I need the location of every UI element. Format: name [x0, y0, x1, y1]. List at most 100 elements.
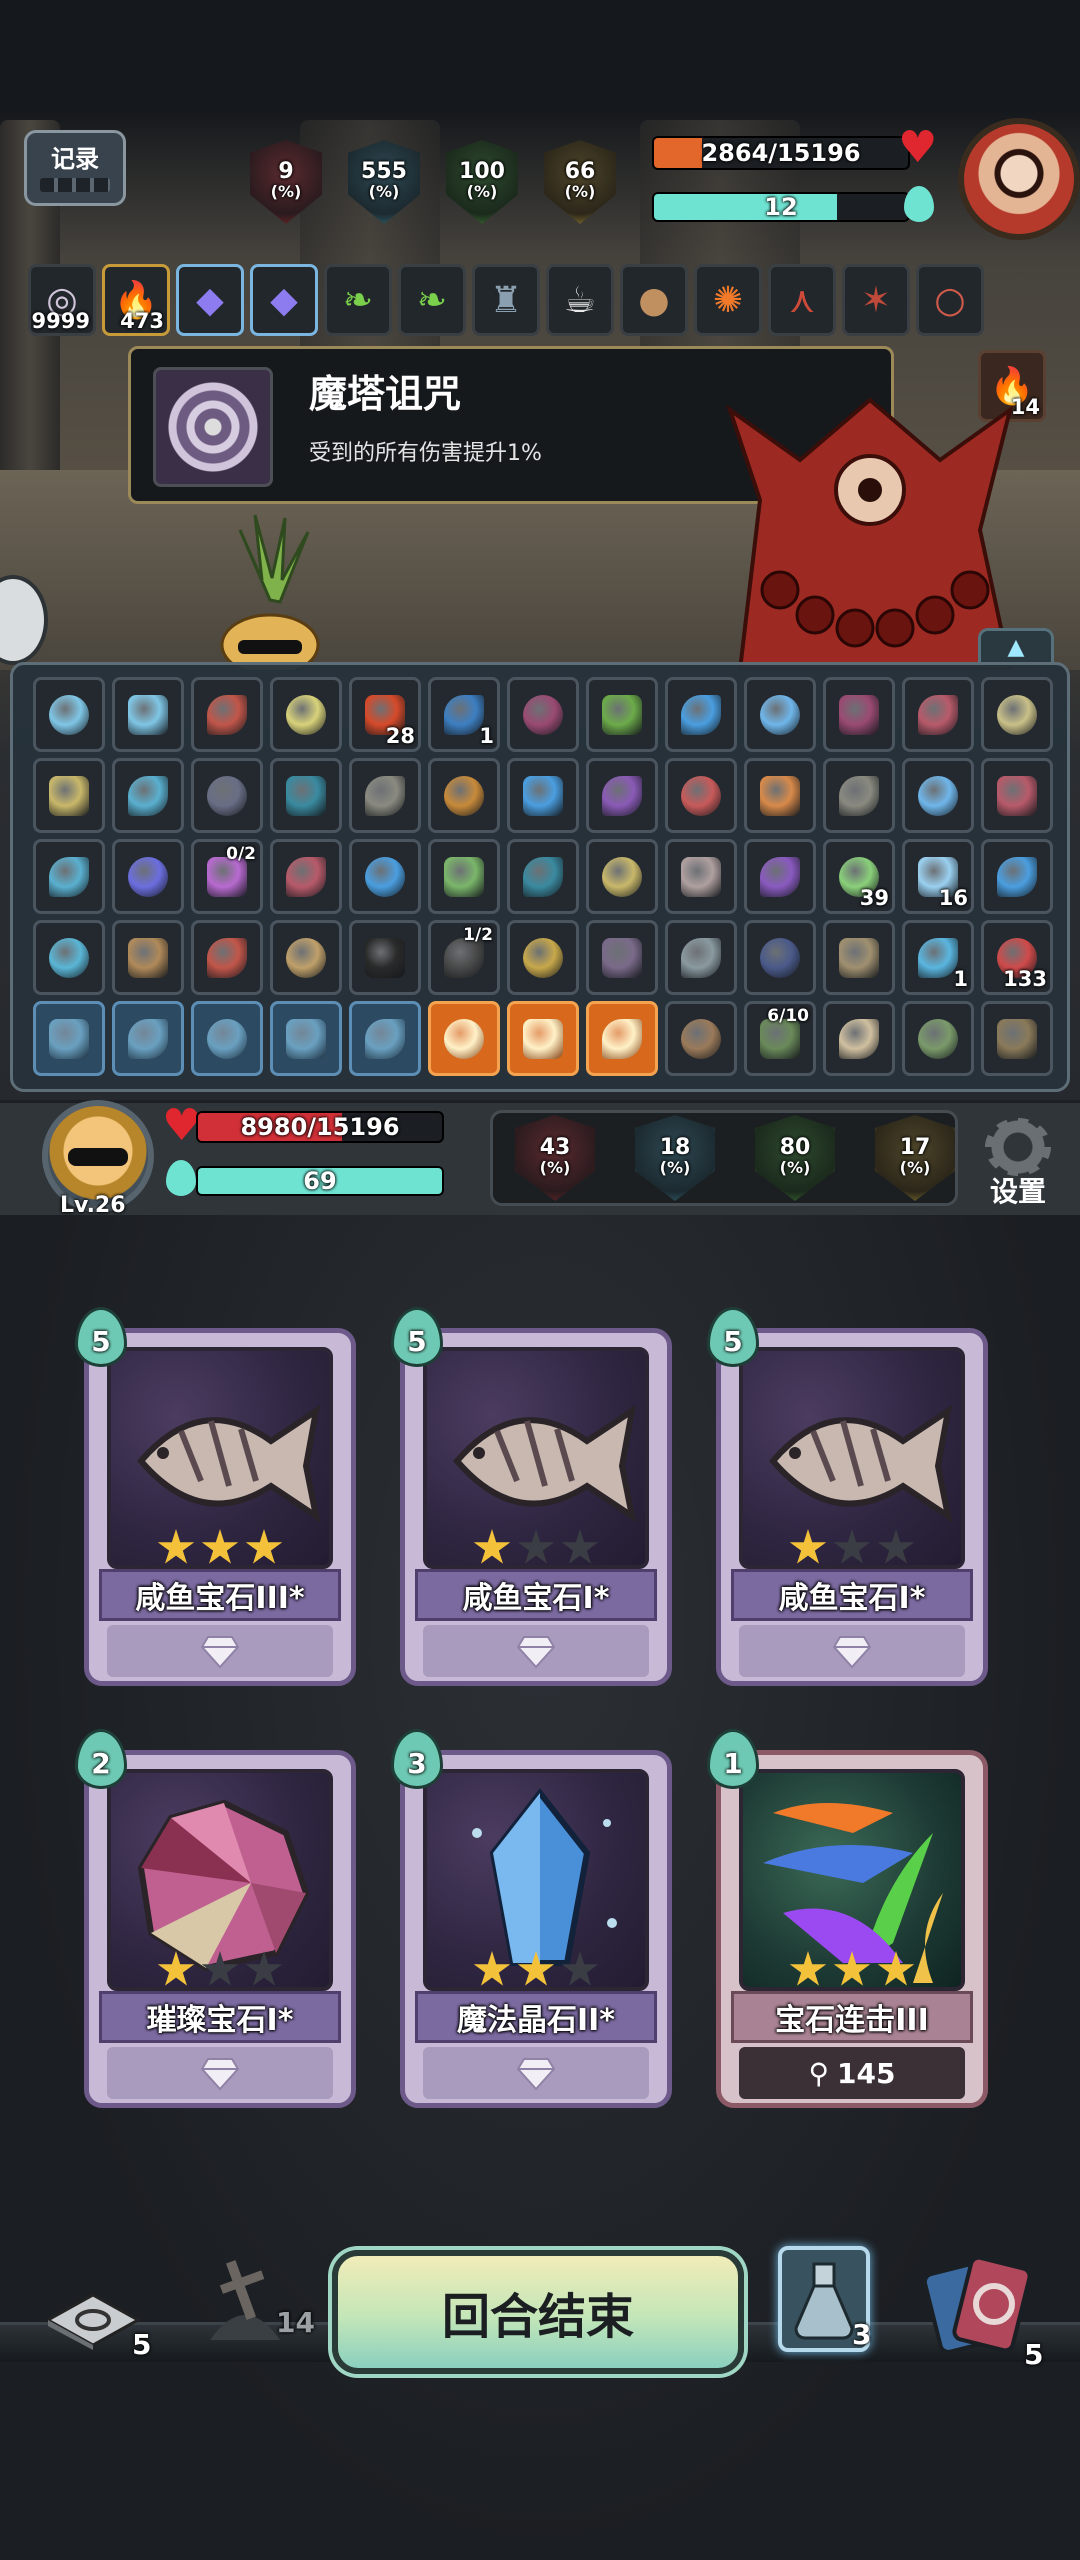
relic-slot[interactable] [507, 758, 579, 833]
relic-slot[interactable] [507, 920, 579, 995]
relic-slot[interactable] [270, 758, 342, 833]
relic-slot[interactable] [823, 758, 895, 833]
relic-slot[interactable] [112, 758, 184, 833]
relic-slot[interactable] [33, 920, 105, 995]
relic-slot[interactable] [744, 920, 816, 995]
card-cost: 2 [75, 1729, 127, 1793]
relic-slot[interactable] [823, 1001, 895, 1076]
relic-slot[interactable]: 1 [902, 920, 974, 995]
relic-slot[interactable] [507, 1001, 579, 1076]
enemy-buff[interactable]: ◆ [250, 264, 318, 336]
hand-card[interactable]: 宝石连击III ⚲ 145 1 [707, 1729, 988, 2108]
hand-card[interactable]: 咸鱼宝石I* 5 [707, 1307, 988, 1686]
relic-slot[interactable] [665, 1001, 737, 1076]
relic-slot[interactable] [981, 677, 1053, 752]
player-character [220, 514, 320, 670]
relic-slot[interactable] [665, 677, 737, 752]
relic-slot[interactable] [270, 839, 342, 914]
relic-slot[interactable] [744, 758, 816, 833]
relic-slot[interactable] [33, 677, 105, 752]
enemy-buff[interactable]: ○ [916, 264, 984, 336]
relic-slot[interactable] [744, 839, 816, 914]
star-icon [561, 1951, 599, 1986]
relic-slot[interactable]: 39 [823, 839, 895, 914]
hand-card[interactable]: 咸鱼宝石I* 5 [391, 1307, 672, 1686]
relic-slot[interactable] [981, 839, 1053, 914]
relic-slot[interactable] [902, 677, 974, 752]
relic-slot[interactable] [586, 677, 658, 752]
card-stars [789, 1529, 915, 1567]
relic-slot[interactable] [902, 758, 974, 833]
diamond-icon [832, 1631, 872, 1671]
enemy-buff[interactable]: ♜ [472, 264, 540, 336]
card-uses-value: 145 [837, 2056, 896, 2090]
relic-slot[interactable] [191, 920, 263, 995]
end-turn-button[interactable]: 回合结束 [332, 2250, 744, 2374]
relic-slot[interactable] [744, 677, 816, 752]
relic-slot[interactable] [586, 1001, 658, 1076]
relic-slot[interactable] [665, 758, 737, 833]
relic-slot[interactable]: 133 [981, 920, 1053, 995]
enemy-buff[interactable]: ❧ [398, 264, 466, 336]
hand-card[interactable]: 魔法晶石II* 3 [391, 1729, 672, 2108]
enemy-buff[interactable]: ◎ 9999 [28, 264, 96, 336]
enemy-buff[interactable]: ✺ [694, 264, 762, 336]
relic-slot[interactable] [349, 758, 421, 833]
relic-slot[interactable] [349, 1001, 421, 1076]
relic-slot[interactable]: 16 [902, 839, 974, 914]
enemy-buff[interactable]: ⋏ [768, 264, 836, 336]
record-label: 记录 [51, 145, 99, 173]
hand-card[interactable]: 咸鱼宝石III* 5 [75, 1307, 356, 1686]
relic-slot[interactable] [191, 677, 263, 752]
relic-slot[interactable]: 1 [428, 677, 500, 752]
relic-slot[interactable] [823, 677, 895, 752]
exhaust-pile-icon[interactable] [918, 2248, 1038, 2358]
relic-slot[interactable] [191, 1001, 263, 1076]
enemy-portrait[interactable] [958, 118, 1080, 240]
diamond-icon [200, 1631, 240, 1671]
relic-slot[interactable] [112, 1001, 184, 1076]
relic-slot[interactable] [428, 1001, 500, 1076]
relic-slot[interactable]: 0/2 [191, 839, 263, 914]
relic-slot[interactable] [112, 839, 184, 914]
relic-slot[interactable] [270, 920, 342, 995]
relic-slot[interactable] [902, 1001, 974, 1076]
enemy-buff[interactable]: ● [620, 264, 688, 336]
relic-slot[interactable] [823, 920, 895, 995]
record-button[interactable]: 记录 [24, 130, 126, 206]
hand-card[interactable]: 璀璨宝石I* 2 [75, 1729, 356, 2108]
relic-slot[interactable] [586, 839, 658, 914]
relic-slot[interactable] [586, 920, 658, 995]
relic-slot[interactable] [507, 677, 579, 752]
relic-slot[interactable] [507, 839, 579, 914]
enemy-buff[interactable]: ❧ [324, 264, 392, 336]
relic-slot[interactable]: 6/10 [744, 1001, 816, 1076]
relic-slot[interactable] [112, 920, 184, 995]
relic-slot[interactable] [349, 920, 421, 995]
relic-slot[interactable] [191, 758, 263, 833]
relic-slot[interactable] [428, 758, 500, 833]
relic-slot[interactable]: 1/2 [428, 920, 500, 995]
enemy-buff[interactable]: 🔥 473 [102, 264, 170, 336]
teal-hex-icon [523, 856, 563, 897]
relic-slot[interactable] [112, 677, 184, 752]
relic-slot[interactable] [33, 839, 105, 914]
enemy-buff[interactable]: ☕ [546, 264, 614, 336]
settings-button[interactable]: 设置 [978, 1118, 1058, 1210]
relic-slot[interactable] [665, 839, 737, 914]
relic-slot[interactable] [270, 1001, 342, 1076]
collapse-relics-button[interactable]: ▲ [978, 628, 1054, 666]
relic-count: 39 [859, 886, 889, 910]
relic-slot[interactable] [349, 839, 421, 914]
relic-slot[interactable] [33, 1001, 105, 1076]
enemy-buff[interactable]: ✶ [842, 264, 910, 336]
relic-slot[interactable] [428, 839, 500, 914]
relic-slot[interactable] [981, 758, 1053, 833]
enemy-buff[interactable]: ◆ [176, 264, 244, 336]
relic-slot[interactable] [270, 677, 342, 752]
relic-slot[interactable] [981, 1001, 1053, 1076]
relic-slot[interactable] [33, 758, 105, 833]
relic-slot[interactable] [665, 920, 737, 995]
relic-slot[interactable]: 28 [349, 677, 421, 752]
relic-slot[interactable] [586, 758, 658, 833]
